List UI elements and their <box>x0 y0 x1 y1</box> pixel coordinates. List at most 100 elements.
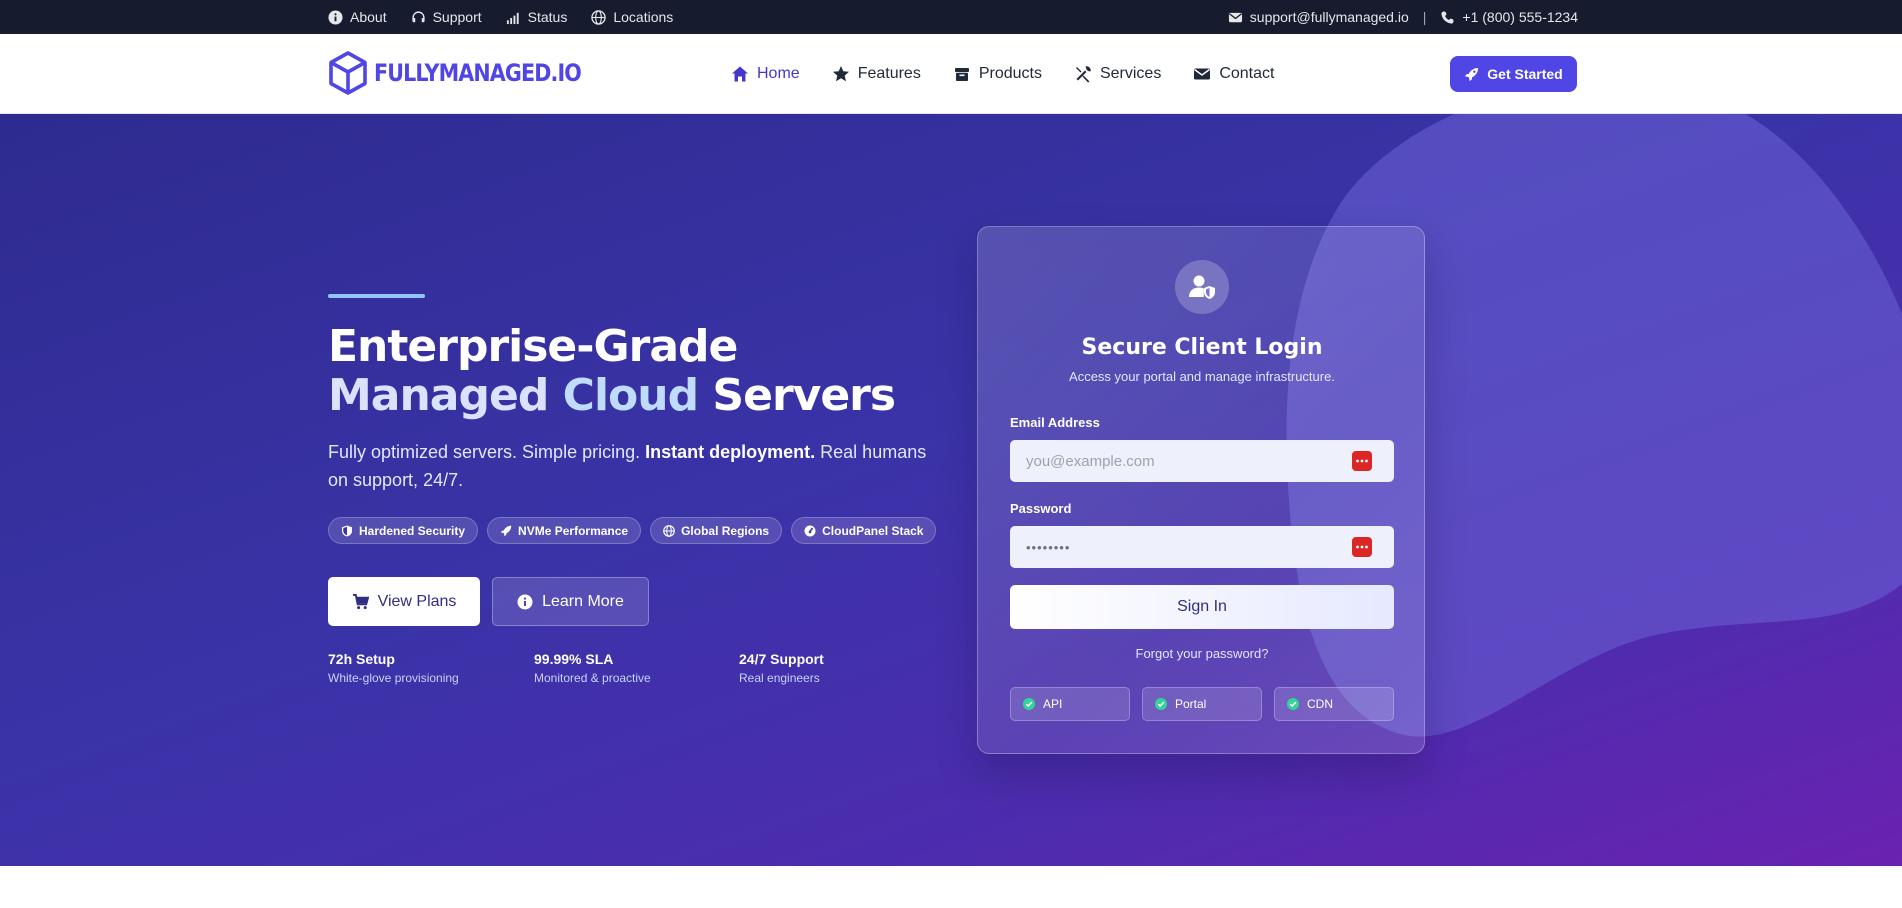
top-link-about[interactable]: About <box>328 9 387 25</box>
stat-subtitle: Real engineers <box>739 671 820 685</box>
feature-pill-label: Hardened Security <box>359 523 466 538</box>
top-link-label: Status <box>527 9 568 25</box>
feature-pill: Hardened Security <box>328 517 479 544</box>
brand-logo[interactable]: FULLYMANAGED.IO <box>328 51 615 95</box>
feature-pill-label: Global Regions <box>681 523 770 538</box>
feature-pill: Global Regions <box>650 517 783 544</box>
status-badge-label: Portal <box>1175 697 1207 711</box>
password-manager-icon[interactable] <box>1352 537 1372 557</box>
view-plans-label: View Plans <box>377 592 457 610</box>
stat-setup: 72h Setup White-glove provisioning <box>328 651 459 685</box>
stat-title: 72h Setup <box>328 651 395 667</box>
learn-more-button[interactable]: Learn More <box>492 577 649 626</box>
headline-line-1: Enterprise-Grade <box>328 321 738 372</box>
nav-item-label: Services <box>1099 65 1162 82</box>
top-link-locations[interactable]: Locations <box>591 9 673 25</box>
headline-accent-line <box>328 294 425 298</box>
password-label: Password <box>1010 501 1072 516</box>
top-link-label: About <box>350 9 387 25</box>
nav-item-home[interactable]: Home <box>731 65 800 83</box>
service-status-badges: API Portal CDN <box>1010 687 1394 721</box>
rocket-icon <box>1465 67 1479 81</box>
password-value: •••••••• <box>1026 539 1071 555</box>
get-started-button[interactable]: Get Started <box>1450 56 1577 92</box>
support-email: support@fullymanaged.io <box>1249 9 1409 25</box>
shield-icon <box>342 525 352 536</box>
envelope-icon <box>1228 12 1242 22</box>
stat-subtitle: White-glove provisioning <box>328 671 459 685</box>
headline-word-servers: Servers <box>712 370 896 421</box>
tools-icon <box>1075 66 1091 83</box>
status-badge-label: CDN <box>1307 697 1333 711</box>
password-field[interactable]: •••••••• <box>1010 526 1394 568</box>
view-plans-button[interactable]: View Plans <box>328 577 480 626</box>
feature-pill: CloudPanel Stack <box>791 517 937 544</box>
top-link-status[interactable]: Status <box>506 9 568 25</box>
feature-pill-label: NVMe Performance <box>518 523 629 538</box>
top-link-label: Support <box>432 9 482 25</box>
lede-text-1: Fully optimized servers. Simple pricing. <box>328 442 641 462</box>
top-bar-links: About Support Status Locations <box>328 9 697 25</box>
check-circle-icon <box>1023 698 1035 710</box>
hero-description: Fully optimized servers. Simple pricing.… <box>328 438 928 494</box>
sign-in-label: Sign In <box>1177 598 1227 615</box>
star-icon <box>832 66 849 82</box>
nav-item-products[interactable]: Products <box>953 65 1042 83</box>
login-subtitle: Access your portal and manage infrastruc… <box>1069 369 1335 384</box>
password-manager-icon[interactable] <box>1352 451 1372 471</box>
status-badge: API <box>1010 687 1130 721</box>
status-badge: CDN <box>1274 687 1394 721</box>
info-icon <box>517 594 533 609</box>
forgot-password-link[interactable]: Forgot your password? <box>978 646 1426 661</box>
nav-item-label: Features <box>857 65 921 82</box>
nav-item-services[interactable]: Services <box>1074 65 1161 83</box>
home-icon <box>732 66 748 82</box>
email-field[interactable]: you@example.com <box>1010 440 1394 482</box>
email-label: Email Address <box>1010 415 1100 430</box>
user-shield-avatar <box>1175 260 1229 314</box>
top-bar: About Support Status Locations support@f… <box>0 0 1902 34</box>
check-circle-icon <box>1155 698 1167 710</box>
nav-item-label: Products <box>978 65 1042 82</box>
sign-in-button[interactable]: Sign In <box>1010 585 1394 629</box>
login-title: Secure Client Login <box>1081 335 1323 360</box>
nav-item-features[interactable]: Features <box>832 65 921 83</box>
top-bar-separator: | <box>1422 9 1427 25</box>
status-badge-label: API <box>1043 697 1063 711</box>
top-phone-link[interactable]: +1 (800) 555-1234 <box>1440 9 1578 25</box>
email-placeholder: you@example.com <box>1026 452 1155 470</box>
globe-icon <box>663 524 675 537</box>
nav-item-contact[interactable]: Contact <box>1193 65 1274 83</box>
top-link-support[interactable]: Support <box>411 9 482 25</box>
lede-emphasis: Instant deployment. <box>645 442 816 462</box>
main-navigation: FULLYMANAGED.IO Home Features Products S… <box>0 34 1902 114</box>
support-phone: +1 (800) 555-1234 <box>1462 9 1578 25</box>
feature-pills: Hardened Security NVMe Performance Globa… <box>328 517 937 544</box>
globe-icon <box>591 9 607 25</box>
top-bar-contact: support@fullymanaged.io | +1 (800) 555-1… <box>1228 9 1578 25</box>
cube-logo-icon <box>329 51 367 95</box>
brand-name: FULLYMANAGED.IO <box>374 59 582 87</box>
headline-word-cloud: Cloud <box>562 370 699 421</box>
headline-word-managed: Managed <box>328 370 549 421</box>
gauge-icon <box>804 525 816 536</box>
phone-icon <box>1441 10 1454 24</box>
stat-sla: 99.99% SLA Monitored & proactive <box>534 651 651 685</box>
stat-subtitle: Monitored & proactive <box>534 671 651 685</box>
box-icon <box>954 68 969 81</box>
stat-title: 24/7 Support <box>739 651 824 667</box>
check-circle-icon <box>1287 698 1299 710</box>
feature-pill-label: CloudPanel Stack <box>822 523 924 538</box>
user-shield-icon <box>1189 275 1215 299</box>
nav-menu: Home Features Products Services Contact <box>731 34 1306 114</box>
hero-section: Enterprise-Grade Managed Cloud Servers F… <box>0 114 1902 866</box>
nav-item-label: Home <box>757 65 800 82</box>
headset-icon <box>412 10 425 22</box>
decorative-blob <box>1286 114 1902 737</box>
hero-headline: Enterprise-Grade Managed Cloud Servers <box>328 321 896 421</box>
feature-pill: NVMe Performance <box>487 517 642 544</box>
rocket-icon <box>500 525 512 536</box>
info-icon <box>328 9 343 25</box>
stat-support: 24/7 Support Real engineers <box>739 651 824 685</box>
top-email-link[interactable]: support@fullymanaged.io <box>1228 9 1409 25</box>
